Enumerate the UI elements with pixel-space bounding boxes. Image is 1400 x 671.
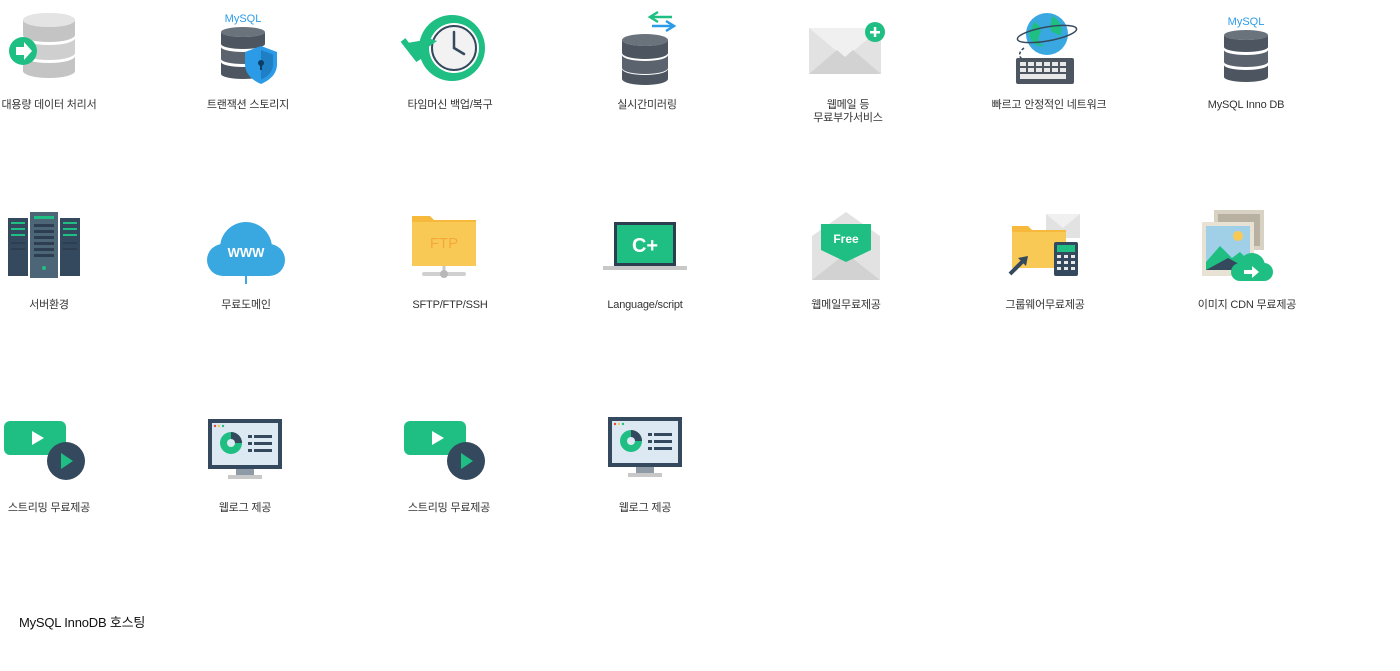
feature-mysql-innodb: MySQL MySQL Inno DB [1171, 8, 1321, 138]
section-title: MySQL InnoDB 호스팅 [19, 615, 146, 630]
feature-label: 이미지 CDN 무료제공 [1197, 299, 1297, 311]
server-rack-icon [0, 208, 124, 293]
feature-label: 웹로그 제공 [218, 502, 272, 514]
feature-weblog: 웹로그 제공 [570, 411, 720, 541]
feature-label: 트랜잭션 스토리지 [206, 99, 290, 111]
feature-realtime-mirroring: 실시간미러링 [572, 8, 722, 138]
clock-restore-icon [375, 8, 525, 93]
mysql-icon-text: MySQL [225, 13, 262, 25]
image-cloud-icon [1172, 208, 1322, 293]
video-play-icon [0, 411, 124, 496]
ftp-icon-text: FTP [430, 235, 458, 252]
www-cloud-icon: WWW [171, 208, 321, 293]
mail-plus-icon [773, 8, 923, 93]
feature-streaming: 스트리밍 무료제공 [0, 411, 124, 541]
monitor-stats-icon [170, 411, 320, 496]
ftp-folder-icon: FTP [375, 208, 525, 293]
database-sync-icon [572, 8, 722, 93]
feature-label: 그룹웨어무료제공 [1005, 299, 1085, 311]
mysql-database-icon: MySQL [1171, 8, 1321, 93]
feature-label: 빠르고 안정적인 네트워크 [991, 99, 1107, 111]
laptop-cplus-icon: C+ [570, 208, 720, 293]
mysql-icon-text: MySQL [1228, 16, 1265, 28]
free-icon-text: Free [833, 232, 859, 246]
globe-keyboard-icon [974, 8, 1124, 93]
feature-fast-network: 빠르고 안정적인 네트워크 [974, 8, 1124, 138]
feature-sftp: FTP SFTP/FTP/SSH [375, 208, 525, 338]
feature-label: 실시간미러링 [617, 99, 677, 111]
feature-free-groupware: 그룹웨어무료제공 [970, 208, 1120, 338]
feature-language: C+ Language/script [570, 208, 720, 338]
feature-label: 서버환경 [29, 299, 69, 311]
feature-label: 스트리밍 무료제공 [7, 502, 91, 514]
database-arrow-icon [0, 8, 124, 93]
feature-label: 웹메일 등 무료부가서비스 [813, 99, 883, 124]
feature-label: 타임머신 백업/복구 [407, 99, 493, 111]
mysql-shield-database-icon: MySQL [173, 8, 323, 93]
feature-label: MySQL Inno DB [1207, 99, 1285, 111]
feature-label: 웹로그 제공 [618, 502, 672, 514]
groupware-folder-icon [970, 208, 1120, 293]
feature-bulk-data: 대용량 데이터 처리서 [0, 8, 124, 138]
video-play-icon [374, 411, 524, 496]
feature-label: 대용량 데이터 처리서 [1, 99, 97, 111]
www-icon-text: WWW [228, 245, 266, 260]
feature-free-domain: WWW 무료도메인 [171, 208, 321, 338]
cplus-icon-text: C+ [632, 235, 658, 257]
feature-webmail-extras: 웹메일 등 무료부가서비스 [773, 8, 923, 138]
feature-server-env: 서버환경 [0, 208, 124, 338]
feature-label: Language/script [607, 299, 683, 311]
feature-image-cdn: 이미지 CDN 무료제공 [1172, 208, 1322, 338]
feature-transaction-storage: MySQL 트랜잭션 스토리지 [173, 8, 323, 138]
feature-free-webmail: Free 웹메일무료제공 [771, 208, 921, 338]
feature-label: SFTP/FTP/SSH [412, 299, 488, 311]
feature-label: 웹메일무료제공 [811, 299, 881, 311]
feature-streaming: 스트리밍 무료제공 [374, 411, 524, 541]
monitor-stats-icon [570, 411, 720, 496]
free-mail-icon: Free [771, 208, 921, 293]
feature-label: 스트리밍 무료제공 [407, 502, 491, 514]
feature-label: 무료도메인 [221, 299, 271, 311]
feature-timemachine-backup: 타임머신 백업/복구 [375, 8, 525, 138]
feature-weblog: 웹로그 제공 [170, 411, 320, 541]
